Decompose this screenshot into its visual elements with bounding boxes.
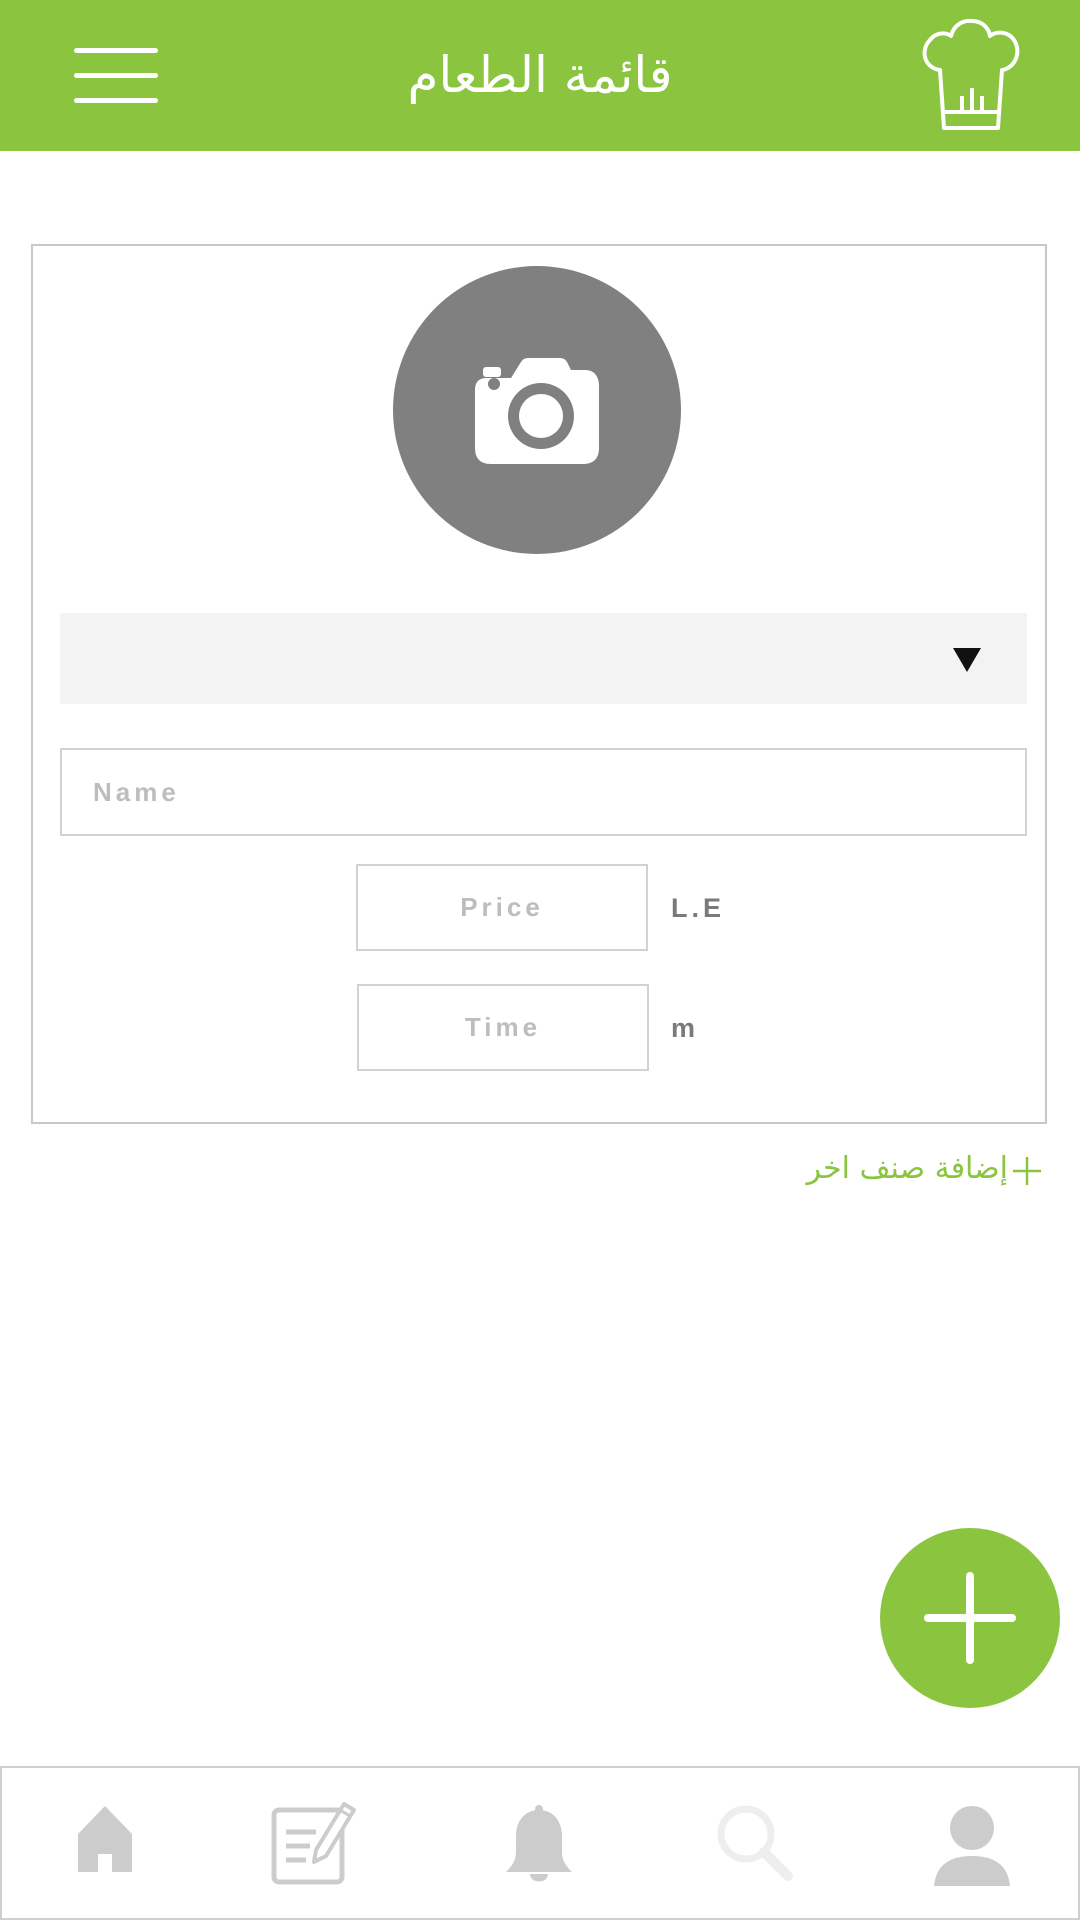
page-title: قائمة الطعام [407,46,673,104]
bottom-navigation [0,1766,1080,1920]
home-icon [78,1806,132,1872]
plus-icon [1013,1157,1041,1185]
menu-line [74,98,158,103]
menu-line [74,73,158,78]
nav-profile[interactable] [907,1780,1037,1910]
camera-icon [475,358,599,464]
time-input[interactable] [357,984,649,1071]
time-unit-label: m [671,1013,698,1043]
price-input[interactable] [356,864,648,951]
dropdown-arrow-icon [953,648,981,672]
menu-line [74,48,158,53]
name-input[interactable] [60,748,1027,836]
add-another-item-link[interactable]: إضافة صنف اخر [790,1146,1046,1192]
nav-edit[interactable] [244,1780,374,1910]
edit-note-icon [271,1802,356,1885]
add-another-item-label: إضافة صنف اخر [806,1151,1008,1186]
app-header: قائمة الطعام [0,0,1080,151]
currency-label: L.E [671,893,726,923]
nav-notifications[interactable] [474,1780,604,1910]
plus-icon [924,1572,1016,1664]
nav-search[interactable] [692,1780,822,1910]
nav-home[interactable] [40,1780,170,1910]
category-select[interactable] [60,613,1027,704]
hamburger-menu-icon[interactable] [74,48,158,104]
add-fab-button[interactable] [880,1528,1060,1708]
search-icon [717,1805,793,1881]
bell-icon [506,1805,572,1882]
chef-hat-icon [922,18,1020,130]
profile-icon [934,1806,1010,1886]
